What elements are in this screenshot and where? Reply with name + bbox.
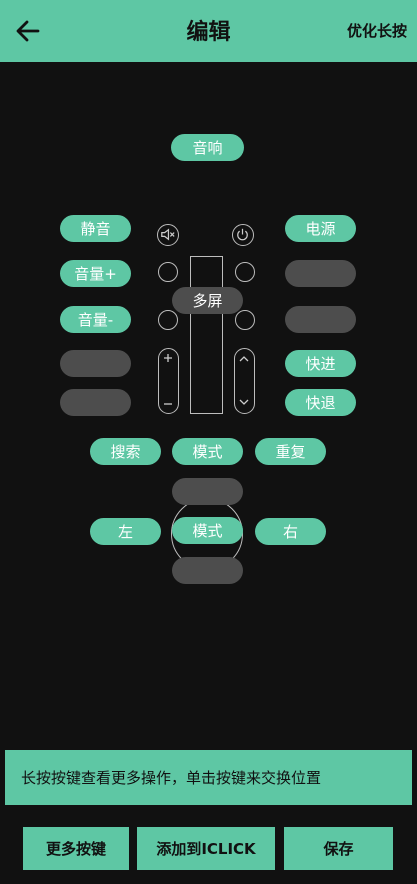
- rewind-button[interactable]: 快退: [285, 389, 356, 416]
- hint-banner: 长按按键查看更多操作，单击按键来交换位置: [5, 750, 412, 805]
- empty-key-slot[interactable]: [285, 306, 356, 333]
- empty-key-icon: [158, 262, 178, 282]
- mode-center-button[interactable]: 模式: [172, 517, 243, 544]
- empty-key-slot[interactable]: [172, 557, 243, 584]
- empty-key-icon: [158, 310, 178, 330]
- left-button[interactable]: 左: [90, 518, 161, 545]
- mute-icon: [157, 224, 179, 246]
- top-bar: 编辑 优化长按: [0, 0, 417, 62]
- mode-button[interactable]: 模式: [172, 438, 243, 465]
- audio-button[interactable]: 音响: [171, 134, 244, 161]
- mute-button[interactable]: 静音: [60, 215, 131, 242]
- empty-key-slot[interactable]: [60, 350, 131, 377]
- volume-up-button[interactable]: 音量+: [60, 260, 131, 287]
- channel-rocker: [234, 348, 255, 414]
- search-button[interactable]: 搜索: [90, 438, 161, 465]
- empty-key-slot[interactable]: [172, 478, 243, 505]
- add-to-iclick-button[interactable]: 添加到ICLICK: [137, 827, 275, 870]
- right-button[interactable]: 右: [255, 518, 326, 545]
- multi-screen-button[interactable]: 多屏: [172, 287, 243, 314]
- empty-key-slot[interactable]: [60, 389, 131, 416]
- save-button[interactable]: 保存: [284, 827, 393, 870]
- optimize-long-press-button[interactable]: 优化长按: [347, 20, 407, 41]
- more-keys-button[interactable]: 更多按键: [23, 827, 129, 870]
- volume-down-button[interactable]: 音量-: [60, 306, 131, 333]
- power-button[interactable]: 电源: [285, 215, 356, 242]
- fast-forward-button[interactable]: 快进: [285, 350, 356, 377]
- empty-key-slot[interactable]: [285, 260, 356, 287]
- volume-rocker: [158, 348, 179, 414]
- remote-outline: [190, 256, 223, 414]
- empty-key-icon: [235, 262, 255, 282]
- repeat-button[interactable]: 重复: [255, 438, 326, 465]
- power-icon: [232, 224, 254, 246]
- empty-key-icon: [235, 310, 255, 330]
